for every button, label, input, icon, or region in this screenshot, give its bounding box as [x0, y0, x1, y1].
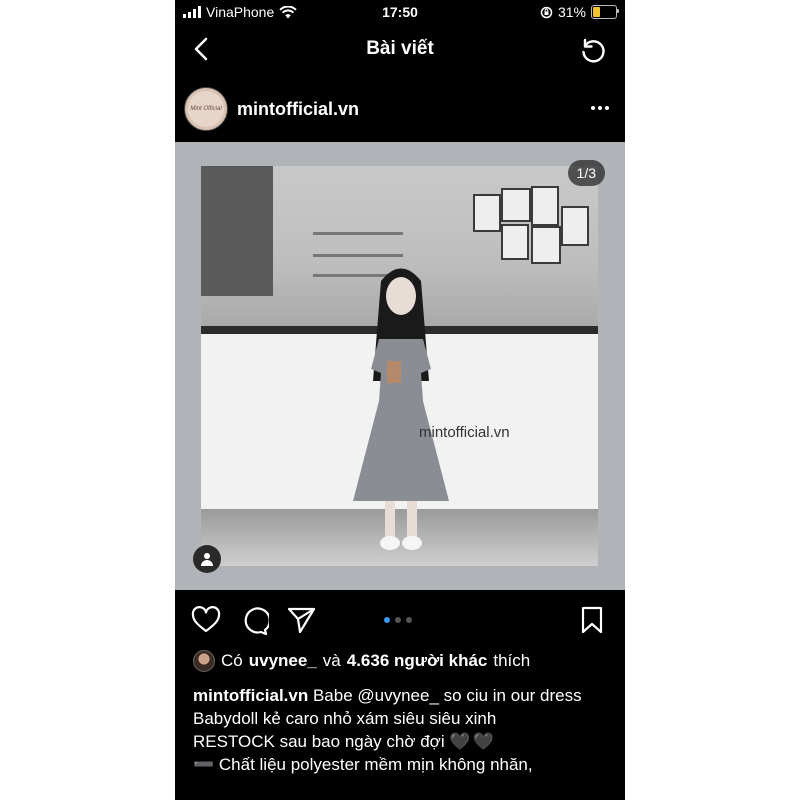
likes-prefix: Có — [221, 651, 243, 670]
post-username[interactable]: mintofficial.vn — [237, 99, 359, 120]
battery-icon — [591, 5, 619, 19]
caption-line-4: ➖ Chất liệu polyester mềm mịn không nhăn… — [193, 755, 533, 774]
phone-screen: VinaPhone 17:50 31% Bài viết Mint Offici… — [175, 0, 625, 800]
likes-suffix: thích — [493, 651, 531, 670]
image-counter-badge: 1/3 — [567, 160, 605, 186]
post-media[interactable]: mintofficial.vn 1/3 — [175, 142, 625, 590]
refresh-icon[interactable] — [579, 37, 607, 65]
post-caption: mintofficial.vn Babe @uvynee_ so ciu in … — [193, 684, 613, 776]
battery-percent: 31% — [557, 4, 586, 20]
black-heart-emoji: 🖤🖤 — [449, 732, 496, 751]
status-right: 31% — [540, 4, 619, 20]
action-bar — [175, 600, 625, 640]
nav-bar: Bài viết — [175, 26, 625, 74]
carousel-dot — [384, 617, 390, 623]
liker-username[interactable]: uvynee_ — [249, 651, 317, 671]
likes-others-count[interactable]: 4.636 người khác — [347, 651, 488, 671]
status-bar: VinaPhone 17:50 31% — [175, 0, 625, 26]
avatar-logo: Mint Official — [188, 91, 224, 127]
carousel-dot — [406, 617, 412, 623]
caption-first-line: mintofficial.vn Babe @uvynee_ so ciu in … — [193, 684, 613, 707]
profile-avatar[interactable]: Mint Official — [184, 87, 228, 131]
post-photo: mintofficial.vn — [201, 166, 598, 566]
caption-username[interactable]: mintofficial.vn — [193, 686, 308, 705]
likes-conjunction: và — [322, 651, 341, 670]
liker-avatar — [193, 650, 215, 672]
carousel-dot — [395, 617, 401, 623]
caption-text: Babe @uvynee_ so ciu in our dress — [312, 686, 582, 705]
user-tag-icon[interactable] — [193, 545, 221, 573]
page-title: Bài viết — [366, 38, 434, 59]
photo-watermark: mintofficial.vn — [419, 424, 510, 441]
caption-line-2: Babydoll kẻ caro nhỏ xám siêu siêu xinh — [193, 709, 497, 728]
caption-line-3-text: RESTOCK sau bao ngày chờ đợi — [193, 732, 445, 751]
comment-icon[interactable] — [239, 606, 269, 636]
model-figure — [353, 268, 449, 550]
heart-icon[interactable] — [191, 606, 221, 634]
likes-summary[interactable]: Có uvynee_ và 4.636 người khác thích — [193, 650, 530, 672]
orientation-lock-icon — [540, 6, 553, 18]
more-options-icon[interactable] — [591, 106, 609, 110]
share-icon[interactable] — [287, 606, 317, 634]
bookmark-icon[interactable] — [580, 606, 604, 634]
caption-line-3: RESTOCK sau bao ngày chờ đợi 🖤🖤 — [193, 730, 613, 753]
carousel-indicator — [384, 617, 412, 623]
post-header: Mint Official mintofficial.vn — [175, 84, 625, 136]
